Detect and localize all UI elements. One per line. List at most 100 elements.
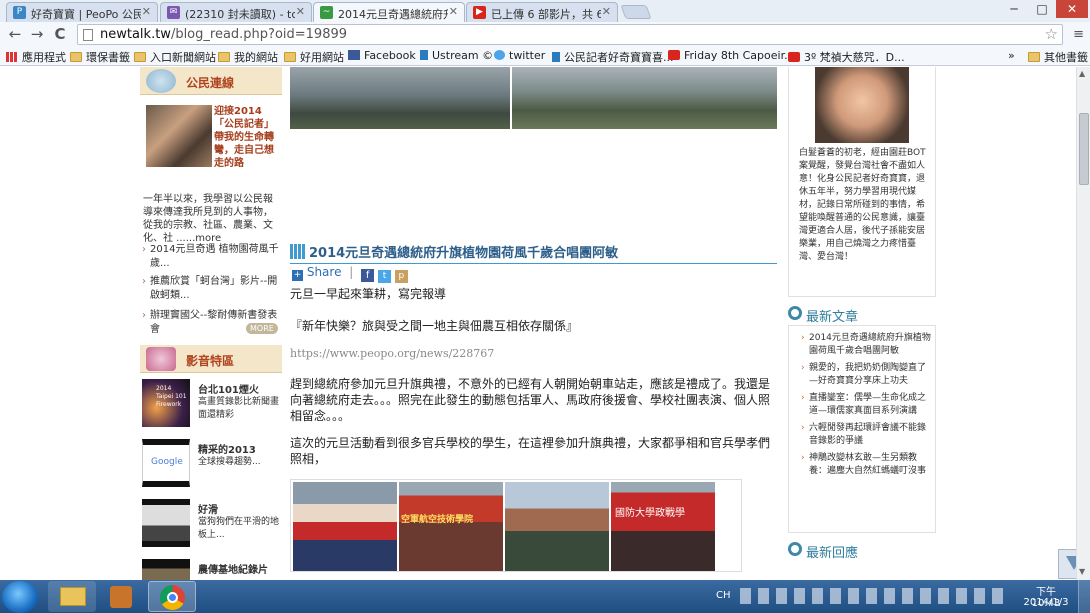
- bookmark-folder[interactable]: 好用網站: [284, 49, 344, 65]
- video-section-header: 影音特區: [140, 345, 282, 373]
- latest-replies-header: 最新回應: [788, 539, 936, 561]
- photo-gallery: 空軍航空技術學院 國防大學政戰學: [290, 479, 742, 572]
- app-taskbar-button[interactable]: [98, 581, 146, 612]
- video-item[interactable]: 2014 Taipei 101 Firework 台北101煙火 高畫質錄影比新…: [140, 379, 282, 429]
- latest-articles-header: 最新文章: [788, 303, 936, 325]
- newtalk-icon: ~: [320, 6, 333, 19]
- bookmark-facebook[interactable]: Facebook: [348, 49, 416, 62]
- chrome-taskbar-button[interactable]: [148, 581, 196, 612]
- bookmark-star-icon[interactable]: ☆: [1045, 25, 1058, 43]
- feature-photo[interactable]: [146, 105, 212, 167]
- clock-date[interactable]: 2014/1/3: [1022, 597, 1070, 608]
- gallery-photo[interactable]: 空軍航空技術學院: [399, 482, 503, 571]
- paragraph: 『新年快樂？旅與受之間一地主與佃農互相依存關係』: [290, 319, 579, 333]
- feature-story[interactable]: 迎接2014「公民記者」帶我的生命轉彎，走自己想走的路: [140, 95, 282, 171]
- system-tray-icons[interactable]: [740, 588, 1010, 604]
- folder-icon: [60, 587, 86, 606]
- tab-mail[interactable]: ✉ (22310 封未讀取) - tchan ✕: [160, 2, 312, 22]
- scrollbar-thumb[interactable]: [1079, 113, 1089, 185]
- paragraph: 元旦一早起來筆耕，寫完報導: [290, 287, 447, 301]
- video-thumbnail[interactable]: Google: [142, 439, 190, 487]
- close-window-button[interactable]: ✕: [1056, 0, 1088, 18]
- scroll-down-icon[interactable]: ▼: [1079, 567, 1085, 576]
- plurk-icon[interactable]: p: [394, 270, 408, 283]
- show-desktop-button[interactable]: [1078, 580, 1090, 613]
- forward-button[interactable]: →: [28, 25, 46, 43]
- list-item[interactable]: 六輕閒發再起環評會議不能錄音錄影的爭議: [799, 422, 931, 448]
- gallery-photo[interactable]: [293, 482, 397, 571]
- facebook-icon: [348, 50, 360, 60]
- folder-icon: [134, 52, 146, 62]
- gallery-photo[interactable]: 國防大學政戰學: [611, 482, 715, 571]
- list-item[interactable]: 直播鑾室：儒學—生命化成之道—環儒家真面目系列演講: [799, 392, 931, 418]
- bookmark-youtube[interactable]: 3º 梵禎大慈咒．D...: [788, 49, 905, 65]
- address-bar[interactable]: newtalk.tw/blog_read.php?oid=19899 ☆: [77, 24, 1063, 45]
- video-item[interactable]: 農傳基地紀錄片: [140, 559, 282, 580]
- left-sidebar: 公民連線 迎接2014「公民記者」帶我的生命轉彎，走自己想走的路 一年半以來，我…: [140, 67, 282, 580]
- twitter-icon[interactable]: t: [378, 270, 391, 283]
- list-item[interactable]: 推薦欣賞「蚵台灣」影片--開啟蚵類...: [140, 275, 282, 309]
- start-button[interactable]: [2, 581, 38, 613]
- list-item[interactable]: 2014元旦奇遇 植物園荷風千歲...: [140, 243, 282, 275]
- chrome-icon-center: [167, 592, 178, 603]
- video-item[interactable]: Google 精采的2013 全球搜尋趨勢...: [140, 439, 282, 489]
- close-icon[interactable]: ✕: [449, 5, 458, 18]
- feature-title[interactable]: 迎接2014「公民記者」帶我的生命轉彎，走自己想走的路: [214, 105, 280, 170]
- list-item[interactable]: 神鵰改變林玄敢—生另類教養：遍塵大自然紅螞蟻叮沒事: [799, 452, 931, 478]
- close-icon[interactable]: ✕: [142, 5, 151, 18]
- tab-newtalk[interactable]: ~ 2014元旦奇遇總統府升旗 ✕: [313, 2, 465, 22]
- tab-peopo[interactable]: P 好奇寶寶 | PeoPo 公民新 ✕: [6, 2, 158, 22]
- peopo-link[interactable]: https://www.peopo.org/news/228767: [290, 347, 494, 360]
- bookmark-ustream[interactable]: Ustream ©: [420, 49, 493, 62]
- back-to-top-button[interactable]: [1058, 549, 1076, 579]
- bookmark-ustream[interactable]: 公民記者好奇寶寶喜...: [552, 49, 674, 65]
- cityscape-photo[interactable]: [290, 67, 510, 129]
- minimize-button[interactable]: ─: [1000, 0, 1028, 18]
- park-photo[interactable]: [512, 67, 777, 129]
- scroll-up-icon[interactable]: ▲: [1079, 69, 1085, 78]
- windows-taskbar: CH 下午 10:43 2014/1/3: [0, 580, 1090, 613]
- folder-icon: [284, 52, 296, 62]
- bookmark-apps[interactable]: 應用程式: [6, 49, 66, 65]
- video-thumbnail[interactable]: [142, 499, 190, 547]
- scrollbar[interactable]: ▲ ▼: [1076, 67, 1090, 580]
- gallery-photo[interactable]: [505, 482, 609, 571]
- close-icon[interactable]: ✕: [296, 5, 305, 18]
- explorer-taskbar-button[interactable]: [48, 581, 96, 612]
- bookmark-folder[interactable]: 入口新聞網站: [134, 49, 216, 65]
- bookmark-folder[interactable]: 環保書籤: [70, 49, 130, 65]
- bookmark-other[interactable]: 其他書籤: [1028, 49, 1088, 65]
- reload-button[interactable]: C: [51, 25, 69, 43]
- more-button[interactable]: MORE: [246, 323, 278, 334]
- bookmark-folder[interactable]: 我的網站: [218, 49, 278, 65]
- bookmark-twitter[interactable]: twitter: [494, 49, 545, 62]
- facebook-icon[interactable]: f: [361, 269, 375, 282]
- close-icon[interactable]: ✕: [602, 5, 611, 18]
- video-thumbnail[interactable]: [142, 559, 190, 580]
- new-tab-button[interactable]: [620, 5, 652, 19]
- citizen-section-header: 公民連線: [140, 67, 282, 95]
- circle-icon: [788, 306, 802, 320]
- url-path: /blog_read.php?oid=19899: [170, 27, 348, 42]
- avatar[interactable]: [815, 67, 909, 143]
- list-item[interactable]: 親愛的，我把奶奶側陶變直了—好奇寶寶分享床上功夫: [799, 362, 931, 388]
- author-bio: 白髮蒼蒼的初老，經由園莊BOT案覺醒，發覺台灣社會不盡如人意！化身公民記者好奇寶…: [799, 148, 926, 262]
- share-button[interactable]: Share: [307, 265, 342, 279]
- feature-summary: 一年半以來，我學習以公民報導來傳達我所見到的人事物，從我的宗教、社區、農業、文化…: [143, 194, 273, 244]
- tv-icon: [146, 347, 176, 371]
- tab-youtube[interactable]: ▶ 已上傳 6 部影片，共 6 部 ✕: [466, 2, 618, 22]
- latest-articles-list: 2014元旦奇遇總統府升旗植物園荷風千歲合唱團阿敏 親愛的，我把奶奶側陶變直了—…: [788, 325, 936, 533]
- apps-icon: [6, 52, 18, 62]
- bookmark-youtube[interactable]: Friday 8th Capoeir...: [668, 49, 795, 62]
- bookmarks-overflow[interactable]: »: [1008, 49, 1015, 62]
- list-item[interactable]: 2014元旦奇遇總統府升旗植物園荷風千歲合唱團阿敏: [799, 332, 931, 358]
- video-item[interactable]: 好滑 當狗狗們在平滑的地板上...: [140, 499, 282, 549]
- page-title: 2014元旦奇遇總統府升旗植物園荷風千歲合唱團阿敏: [309, 246, 619, 261]
- video-thumbnail[interactable]: 2014 Taipei 101 Firework: [142, 379, 190, 427]
- language-indicator[interactable]: CH: [716, 590, 731, 601]
- folder-icon: [218, 52, 230, 62]
- menu-icon[interactable]: ≡: [1073, 27, 1084, 42]
- maximize-button[interactable]: □: [1028, 0, 1056, 18]
- globe-icon: [146, 69, 176, 93]
- back-button[interactable]: ←: [6, 25, 24, 43]
